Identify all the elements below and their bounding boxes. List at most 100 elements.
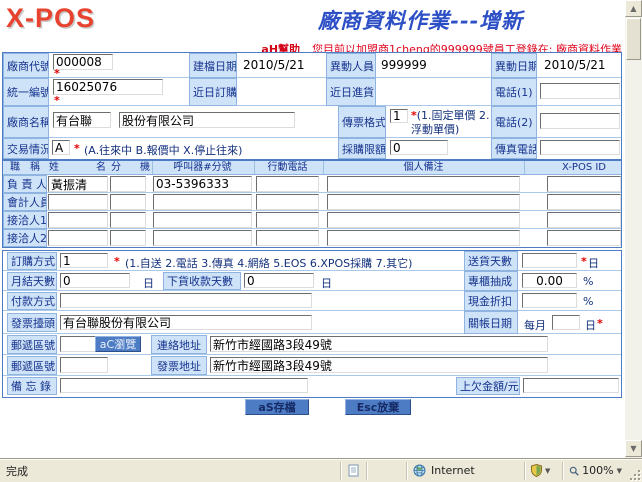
monthly-days-unit: 日 (143, 275, 154, 291)
file-date-label: 建檔日期 (189, 53, 237, 78)
invoice-addr-input[interactable] (210, 357, 548, 373)
contact-name-input[interactable] (48, 194, 108, 210)
contact-mobile-input[interactable] (256, 230, 319, 246)
contact-pager-input[interactable] (153, 176, 252, 192)
memo-input[interactable] (60, 378, 308, 393)
contact-row-owner: 負 責 人 (3, 175, 621, 193)
contact-addr-input[interactable] (210, 336, 548, 352)
recent-order-label: 近日訂購 (189, 78, 237, 106)
contact-xpos-input[interactable] (547, 194, 621, 210)
row-vendor-code: 廠商代號 * 建檔日期 2010/5/21 異動人員 999999 異動日期 2… (3, 53, 621, 78)
last-amount-input[interactable] (523, 378, 619, 393)
unified-no-input[interactable] (53, 79, 163, 95)
zip-browse-button[interactable]: aC瀏覽 (95, 336, 141, 352)
zoom-control[interactable]: 100% ▼ (562, 462, 628, 480)
contact-pager-input[interactable] (153, 230, 252, 246)
contact-ext-input[interactable] (110, 176, 146, 192)
contact-pager-input[interactable] (153, 212, 252, 228)
security-zone-panel: Internet (406, 462, 524, 480)
vertical-scrollbar[interactable]: ▲ ▼ (625, 0, 642, 458)
header-title: 職 稱 (3, 161, 47, 174)
zip2-input[interactable] (60, 357, 108, 373)
voucher-format-hint: *(1.固定單價 2.浮動單價) (411, 109, 499, 137)
collect-days-input[interactable] (244, 273, 314, 288)
commission-unit: % (583, 275, 593, 288)
voucher-format-input[interactable] (390, 109, 408, 123)
contact-mobile-input[interactable] (256, 194, 319, 210)
closing-date-unit: 日 (585, 317, 596, 333)
scrollbar-thumb[interactable] (626, 18, 641, 60)
contact-ext-input[interactable] (110, 230, 146, 246)
vendor-code-input[interactable] (53, 54, 113, 70)
contact-addr-label: 連絡地址 (151, 335, 207, 354)
delivery-days-input[interactable] (522, 253, 577, 268)
contact-name-input[interactable] (48, 176, 108, 192)
invoice-addr-label: 發票地址 (151, 356, 207, 375)
row-vendor-name: 廠商名稱 傳票格式 *(1.固定單價 2.浮動單價) 電話(2) (3, 106, 621, 138)
invoice-title-input[interactable] (60, 315, 312, 330)
payment-label: 付款方式 (7, 292, 57, 310)
order-method-hint: (1.自送 2.電話 3.傳真 4.網絡 5.EOS 6.XPOS採購 7.其它… (125, 255, 412, 271)
cash-discount-label: 現金折扣 (464, 291, 518, 311)
fax-input[interactable] (540, 140, 620, 155)
contact-note-input[interactable] (327, 230, 520, 246)
cash-discount-unit: % (583, 295, 593, 308)
purchase-limit-input[interactable] (390, 140, 448, 155)
phone1-input[interactable] (540, 83, 620, 99)
contact-note-input[interactable] (327, 194, 520, 210)
purchase-limit-label: 採購限額 (338, 138, 386, 159)
order-method-input[interactable] (60, 253, 108, 268)
header-ext-right: 機 (139, 161, 151, 174)
header-lastname: 姓 (48, 161, 60, 174)
vendor-name-input-2[interactable] (119, 112, 295, 128)
trade-status-input[interactable] (52, 140, 70, 155)
order-method-label: 訂購方式 (7, 252, 57, 270)
cancel-button[interactable]: Esc放棄 (345, 399, 411, 415)
header-mobile: 行動電話 (256, 161, 319, 174)
scroll-down-icon[interactable]: ▼ (625, 440, 642, 457)
vendor-code-label: 廠商代號 (3, 53, 49, 78)
commission-input[interactable] (522, 273, 577, 288)
contact-pager-input[interactable] (153, 194, 252, 210)
contact-xpos-input[interactable] (547, 212, 621, 228)
payment-input[interactable] (60, 293, 312, 308)
contact-title-label: 接洽人2 (3, 229, 47, 247)
contact-name-input[interactable] (48, 212, 108, 228)
vendor-name-input-1[interactable] (53, 112, 111, 128)
cash-discount-input[interactable] (522, 293, 577, 308)
contact-note-input[interactable] (327, 176, 520, 192)
status-text: 完成 (6, 463, 28, 479)
contact-row-liaison2: 接洽人2 (3, 229, 621, 247)
contact-ext-input[interactable] (110, 212, 146, 228)
magnifier-icon (569, 465, 579, 477)
header-xpos-id: X-POS ID (547, 161, 621, 174)
page-icon (348, 464, 359, 477)
closing-date-required: * (597, 317, 603, 330)
trade-status-label: 交易情況 (3, 138, 49, 159)
monthly-days-input[interactable] (60, 273, 130, 288)
phone2-input[interactable] (540, 113, 620, 129)
row-invoice-title: 發票擡頭 關帳日期 每月 日 * (3, 311, 621, 334)
resize-grip[interactable] (628, 459, 642, 482)
scroll-up-icon[interactable]: ▲ (625, 0, 642, 17)
last-amount-label: 上欠金額/元 (456, 377, 520, 395)
status-bar: 完成 Internet (0, 458, 642, 482)
contact-name-input[interactable] (48, 230, 108, 246)
closing-date-label: 關帳日期 (464, 311, 518, 334)
invoice-title-label: 發票擡頭 (7, 313, 57, 332)
row-order-method: 訂購方式 * (1.自送 2.電話 3.傳真 4.網絡 5.EOS 6.XPOS… (3, 251, 621, 271)
trade-status-required: * (74, 142, 80, 155)
contact-xpos-input[interactable] (547, 230, 621, 246)
order-payment-section: 訂購方式 * (1.自送 2.電話 3.傳真 4.網絡 5.EOS 6.XPOS… (2, 250, 622, 398)
contact-mobile-input[interactable] (256, 176, 319, 192)
contact-xpos-input[interactable] (547, 176, 621, 192)
contact-ext-input[interactable] (110, 194, 146, 210)
collect-days-unit: 日 (321, 275, 332, 291)
contact-note-input[interactable] (327, 212, 520, 228)
closing-date-input[interactable] (552, 315, 580, 330)
phishing-filter-panel[interactable]: ▼ (524, 462, 562, 480)
contact-mobile-input[interactable] (256, 212, 319, 228)
shield-icon (531, 464, 542, 477)
save-button[interactable]: aS存檔 (245, 399, 309, 415)
header-pager: 呼叫器#分號 (153, 161, 252, 174)
